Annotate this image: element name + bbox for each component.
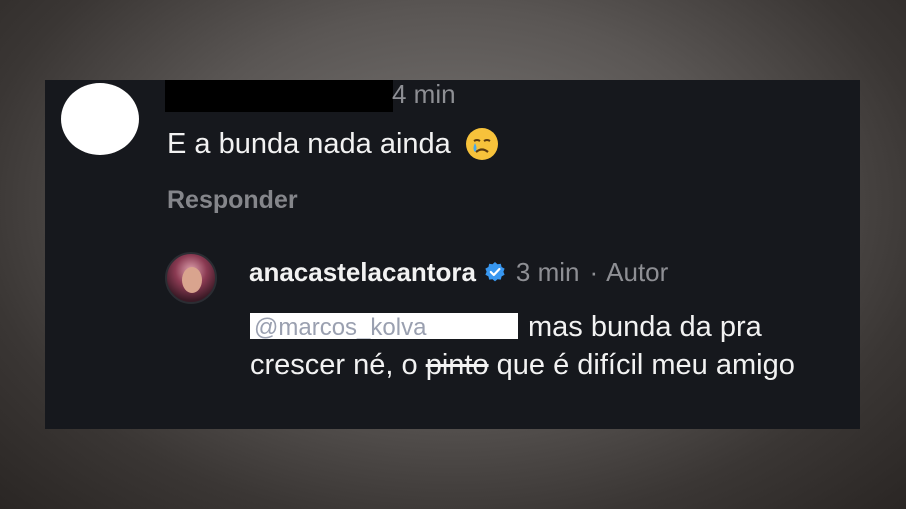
verified-badge-icon	[485, 262, 505, 282]
author-username[interactable]: anacastelacantora	[249, 255, 476, 289]
reply-button[interactable]: Responder	[167, 184, 298, 216]
reply-header: anacastelacantora 3 min · Autor	[249, 255, 668, 289]
crying-face-icon	[465, 128, 498, 160]
meta-separator: ·	[589, 257, 599, 287]
redacted-username	[165, 80, 393, 112]
struck-word: pinto	[425, 349, 489, 381]
author-label: Autor	[606, 257, 669, 287]
reply-text: @marcos_kolva mas bunda da pra crescer né…	[250, 308, 860, 384]
comment-text: E a bunda nada ainda	[167, 126, 499, 162]
redacted-mention[interactable]: @marcos_kolva	[250, 313, 518, 339]
commenter-avatar[interactable]	[61, 83, 139, 155]
reply-body-part2: que é difícil meu amigo	[488, 349, 795, 381]
comments-panel: 4 min E a bunda nada ainda Responder ana…	[45, 80, 860, 429]
author-avatar[interactable]	[165, 252, 217, 304]
comment-timestamp: 4 min	[392, 80, 456, 109]
comment-body: E a bunda nada ainda	[167, 128, 451, 160]
reply-timestamp: 3 min	[515, 257, 580, 287]
